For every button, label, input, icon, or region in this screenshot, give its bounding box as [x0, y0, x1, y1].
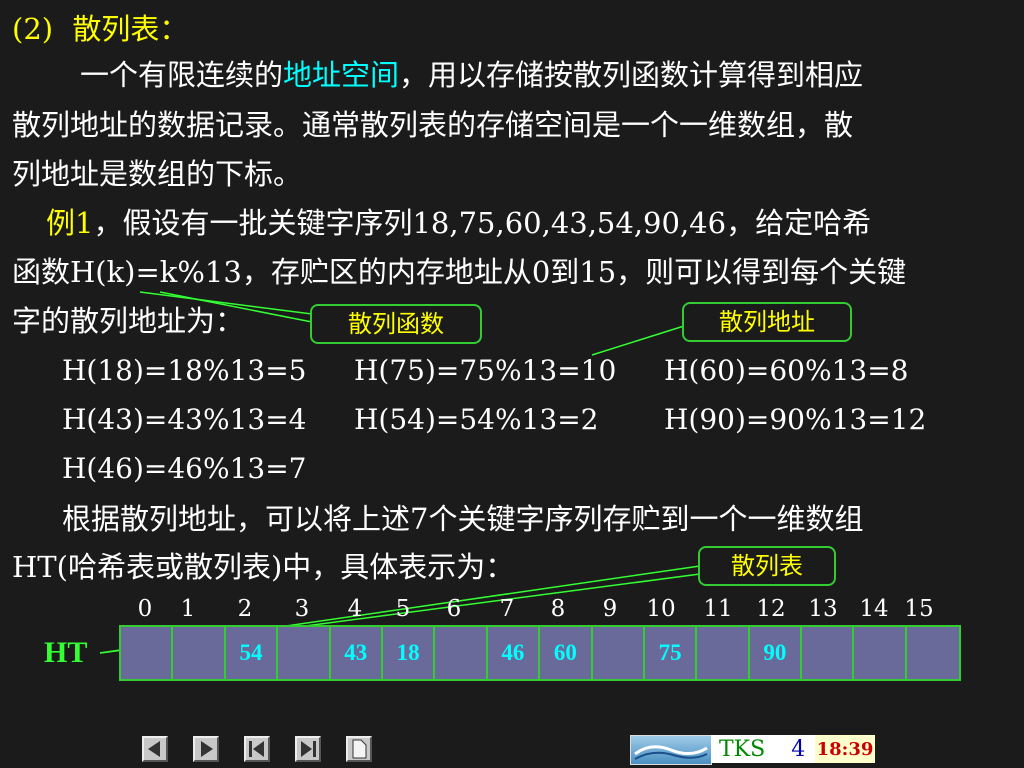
index-label: 4	[347, 596, 363, 622]
table-cell: 54	[225, 627, 279, 679]
next-slide-button[interactable]	[193, 736, 219, 762]
wave-logo-icon	[634, 745, 708, 760]
first-slide-button[interactable]	[244, 736, 270, 762]
table-cell	[592, 627, 645, 679]
index-label: 3	[294, 596, 310, 622]
table-cell	[802, 627, 855, 679]
document-button[interactable]	[346, 736, 372, 762]
first-slide-icon	[249, 741, 264, 757]
table-cell	[906, 627, 960, 679]
next-slide-icon	[201, 741, 213, 757]
index-label: 8	[550, 596, 566, 622]
prev-slide-icon	[148, 741, 160, 757]
index-label: 5	[395, 596, 411, 622]
page-number: 4	[791, 736, 806, 762]
formula-46: H(46)=46%13=7	[62, 452, 307, 485]
table-cell: 60	[540, 627, 593, 679]
index-label: 13	[808, 596, 838, 622]
table-cell	[278, 627, 331, 679]
table-cell: 18	[382, 627, 436, 679]
table-cell: 46	[487, 627, 541, 679]
hash-function-connector	[139, 291, 313, 315]
storage-line-2: HT(哈希表或散列表)中，具体表示为：	[12, 550, 515, 584]
last-slide-button[interactable]	[295, 736, 321, 762]
hash-table-callout: 散列表	[698, 546, 836, 586]
table-cell	[854, 627, 907, 679]
index-label: 12	[756, 596, 786, 622]
hash-address-connector	[591, 325, 685, 356]
prev-slide-button[interactable]	[142, 736, 168, 762]
brand-text: TKS	[719, 736, 766, 762]
hash-table: 54 43 18 46 60 75 90	[119, 625, 962, 681]
index-label: 15	[904, 596, 934, 622]
hash-address-callout: 散列地址	[682, 302, 852, 342]
ht-label: HT	[44, 636, 88, 669]
footer-brand: TKS 4	[711, 735, 815, 763]
index-label: 2	[237, 596, 253, 622]
index-label: 10	[646, 596, 676, 622]
footer-logo	[630, 735, 712, 765]
index-label: 7	[499, 596, 515, 622]
index-label: 11	[703, 596, 733, 622]
index-label: 6	[446, 596, 462, 622]
table-cell	[697, 627, 750, 679]
hash-function-callout: 散列函数	[310, 304, 482, 344]
last-slide-icon	[301, 741, 316, 757]
document-icon	[352, 739, 367, 759]
table-cell: 90	[749, 627, 803, 679]
table-cell	[435, 627, 488, 679]
formula-60: H(60)=60%13=8	[664, 354, 909, 387]
table-cell: 75	[644, 627, 698, 679]
table-cell	[121, 627, 174, 679]
storage-line-1: 根据散列地址，可以将上述7个关键字序列存贮到一个一维数组	[62, 502, 864, 536]
formula-43: H(43)=43%13=4	[62, 403, 307, 436]
formula-54: H(54)=54%13=2	[354, 403, 599, 436]
index-label: 9	[602, 596, 618, 622]
index-label: 1	[180, 596, 196, 622]
footer-time: 18:39	[815, 735, 875, 763]
table-cell	[173, 627, 226, 679]
formula-75: H(75)=75%13=10	[354, 354, 617, 387]
hash-function-connector-2	[159, 291, 313, 323]
formula-18: H(18)=18%13=5	[62, 354, 307, 387]
formula-90: H(90)=90%13=12	[664, 403, 927, 436]
table-cell: 43	[330, 627, 383, 679]
